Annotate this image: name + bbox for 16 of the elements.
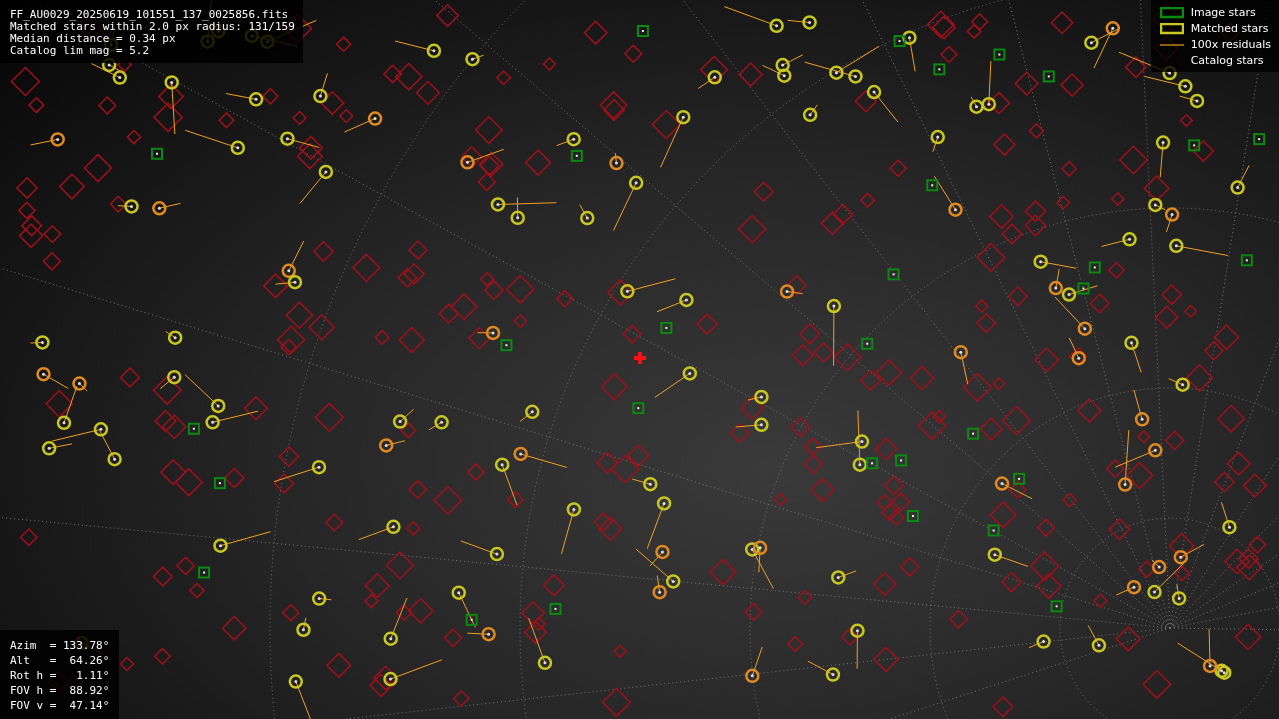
pointing-text: FOV v = 47.14° xyxy=(10,698,110,713)
info-text: Matched stars within 2.0 px radius: 131/159 xyxy=(10,21,295,33)
pointing-text: Azim = 133.78° xyxy=(10,638,110,653)
legend-label: 100x residuals xyxy=(1190,38,1271,52)
info-text: FF_AU0029_20250619_101551_137_0025856.fits xyxy=(10,9,290,21)
center-cross-icon xyxy=(634,352,646,364)
legend-label: Image stars xyxy=(1190,6,1257,20)
matched-star-swatch-icon xyxy=(1159,23,1184,35)
legend-label: Matched stars xyxy=(1190,22,1270,36)
pointing-text: Rot h = 1.11° xyxy=(10,668,110,683)
info-text: Catalog lim mag = 5.2 xyxy=(10,45,151,57)
pointing-text: FOV h = 88.92° xyxy=(10,683,110,698)
info-text: Median distance = 0.34 px xyxy=(10,33,177,45)
image-star-swatch-icon xyxy=(1159,7,1184,19)
legend-label: Catalog stars xyxy=(1190,54,1265,68)
pointing-text: Alt = 64.26° xyxy=(10,653,110,668)
